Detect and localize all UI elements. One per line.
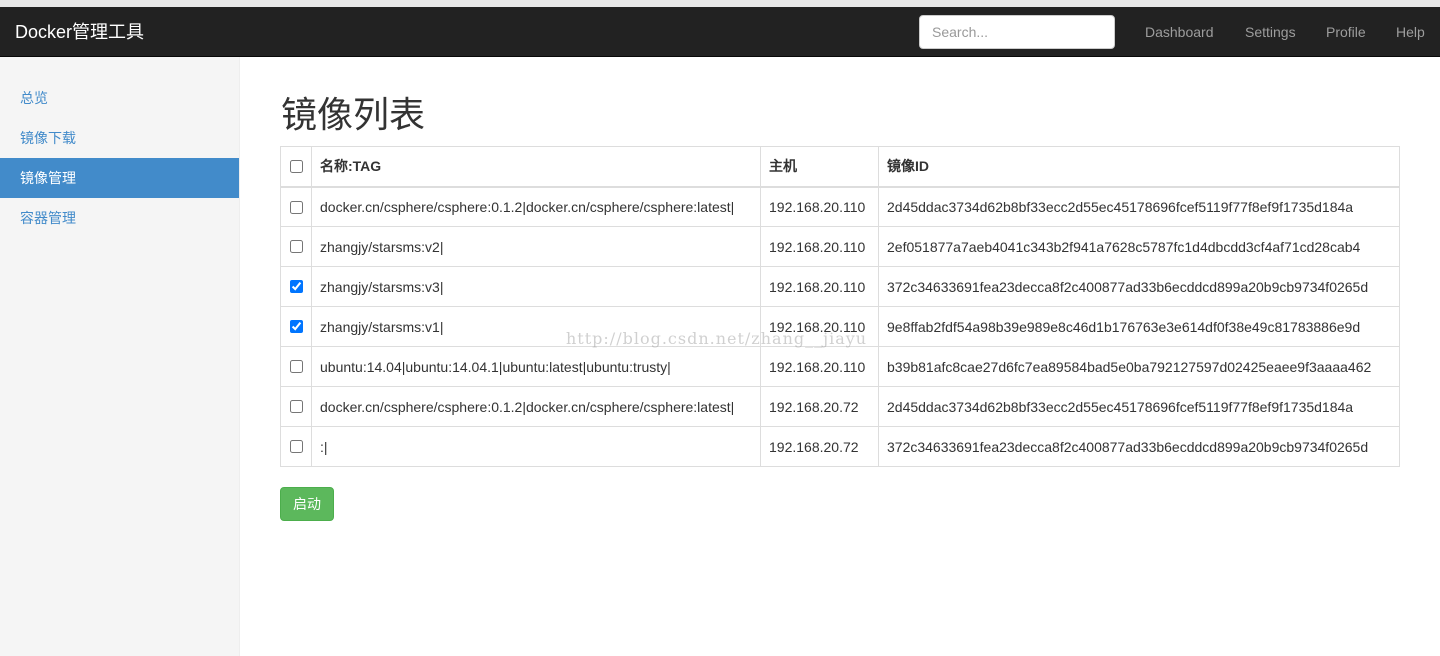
row-image-id: 9e8ffab2fdf54a98b39e989e8c46d1b176763e3e…	[878, 306, 1400, 347]
table-row: zhangjy/starsms:v3| 192.168.20.110 372c3…	[280, 266, 1400, 307]
row-host: 192.168.20.110	[760, 346, 879, 387]
row-tag: docker.cn/csphere/csphere:0.1.2|docker.c…	[311, 186, 761, 227]
row-checkbox[interactable]	[289, 440, 303, 454]
row-host: 192.168.20.72	[760, 426, 879, 467]
image-table: 名称:TAG 主机 镜像ID docker.cn/csphere/csphere…	[280, 146, 1400, 467]
table-row: ubuntu:14.04|ubuntu:14.04.1|ubuntu:lates…	[280, 346, 1400, 387]
row-tag: zhangjy/starsms:v2|	[311, 226, 761, 267]
row-select-cell	[280, 386, 312, 427]
nav-link-profile[interactable]: Profile	[1326, 23, 1366, 41]
row-select-cell	[280, 186, 312, 227]
table-row: zhangjy/starsms:v1| 192.168.20.110 9e8ff…	[280, 306, 1400, 347]
column-header-image-id: 镜像ID	[878, 146, 1400, 188]
table-row: docker.cn/csphere/csphere:0.1.2|docker.c…	[280, 386, 1400, 427]
row-host: 192.168.20.110	[760, 306, 879, 347]
row-checkbox[interactable]	[289, 320, 303, 334]
sidebar: 总览 镜像下载 镜像管理 容器管理	[0, 57, 240, 656]
column-header-tag: 名称:TAG	[311, 146, 761, 188]
row-image-id: 2d45ddac3734d62b8bf33ecc2d55ec45178696fc…	[878, 186, 1400, 227]
row-image-id: 2d45ddac3734d62b8bf33ecc2d55ec45178696fc…	[878, 386, 1400, 427]
start-button[interactable]: 启动	[280, 487, 334, 521]
row-select-cell	[280, 306, 312, 347]
sidebar-item-image-download[interactable]: 镜像下载	[0, 118, 239, 158]
row-select-cell	[280, 226, 312, 267]
row-checkbox[interactable]	[289, 280, 303, 294]
row-checkbox[interactable]	[289, 400, 303, 414]
sidebar-item-label: 镜像管理	[20, 170, 76, 186]
search-input[interactable]	[919, 15, 1115, 49]
row-select-cell	[280, 426, 312, 467]
nav-link-dashboard[interactable]: Dashboard	[1145, 23, 1214, 41]
top-navbar: Docker管理工具 Dashboard Settings Profile He…	[0, 7, 1440, 57]
row-select-cell	[280, 266, 312, 307]
row-tag: zhangjy/starsms:v1|	[311, 306, 761, 347]
row-image-id: 372c34633691fea23decca8f2c400877ad33b6ec…	[878, 426, 1400, 467]
nav-link-help[interactable]: Help	[1396, 23, 1425, 41]
row-select-cell	[280, 346, 312, 387]
row-host: 192.168.20.110	[760, 186, 879, 227]
row-image-id: b39b81afc8cae27d6fc7ea89584bad5e0ba79212…	[878, 346, 1400, 387]
brand-title[interactable]: Docker管理工具	[15, 20, 144, 44]
row-tag: zhangjy/starsms:v3|	[311, 266, 761, 307]
sidebar-item-image-management[interactable]: 镜像管理	[0, 158, 239, 198]
sidebar-item-overview[interactable]: 总览	[0, 78, 239, 118]
row-host: 192.168.20.110	[760, 266, 879, 307]
sidebar-item-label: 容器管理	[20, 210, 76, 226]
row-host: 192.168.20.110	[760, 226, 879, 267]
column-header-host: 主机	[760, 146, 879, 188]
table-header-row: 名称:TAG 主机 镜像ID	[280, 146, 1400, 188]
row-checkbox[interactable]	[289, 360, 303, 374]
select-all-cell	[280, 146, 312, 188]
window-top-strip	[0, 0, 1440, 7]
row-tag: :|	[311, 426, 761, 467]
select-all-checkbox[interactable]	[289, 160, 303, 174]
table-row: :| 192.168.20.72 372c34633691fea23decca8…	[280, 426, 1400, 467]
row-image-id: 372c34633691fea23decca8f2c400877ad33b6ec…	[878, 266, 1400, 307]
row-tag: ubuntu:14.04|ubuntu:14.04.1|ubuntu:lates…	[311, 346, 761, 387]
table-row: docker.cn/csphere/csphere:0.1.2|docker.c…	[280, 186, 1400, 227]
nav-link-settings[interactable]: Settings	[1245, 23, 1296, 41]
row-tag: docker.cn/csphere/csphere:0.1.2|docker.c…	[311, 386, 761, 427]
row-image-id: 2ef051877a7aeb4041c343b2f941a7628c5787fc…	[878, 226, 1400, 267]
sidebar-item-container-management[interactable]: 容器管理	[0, 198, 239, 238]
row-host: 192.168.20.72	[760, 386, 879, 427]
row-checkbox[interactable]	[289, 240, 303, 254]
sidebar-item-label: 镜像下载	[20, 130, 76, 146]
sidebar-item-label: 总览	[20, 90, 48, 106]
row-checkbox[interactable]	[289, 200, 303, 214]
table-row: zhangjy/starsms:v2| 192.168.20.110 2ef05…	[280, 226, 1400, 267]
page-title: 镜像列表	[281, 95, 426, 136]
